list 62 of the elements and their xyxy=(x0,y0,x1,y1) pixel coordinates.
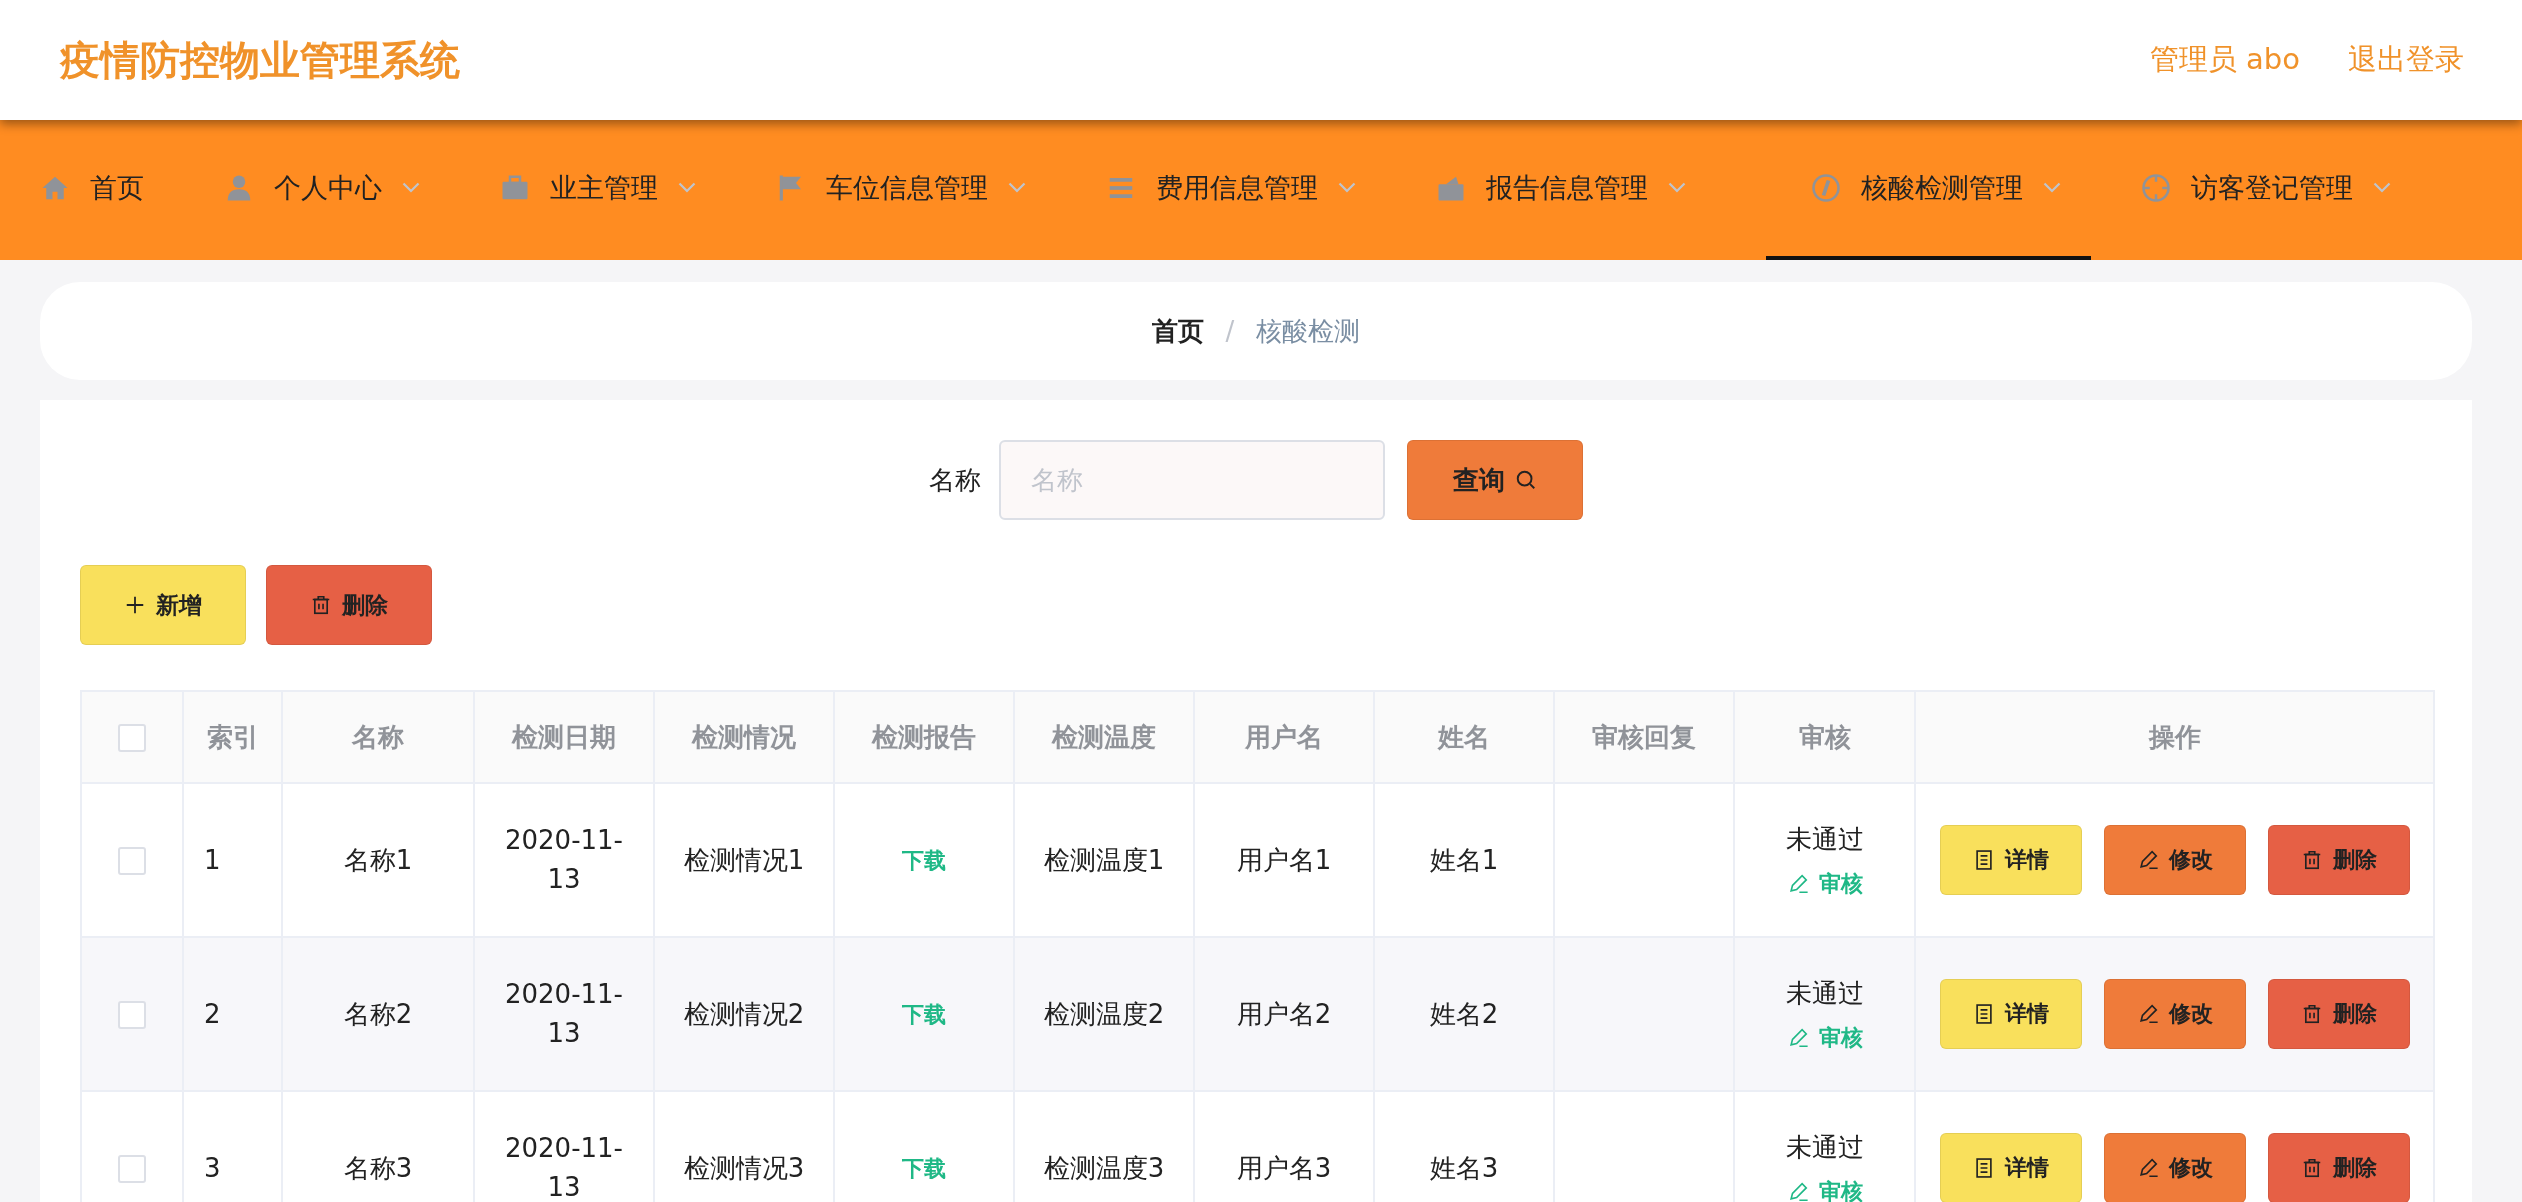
nav-item[interactable]: 报告信息管理 xyxy=(1436,120,1716,260)
table-cell: 用户名1 xyxy=(1236,844,1332,875)
search-label: 名称 xyxy=(929,463,981,497)
table-cell: 检测温度1 xyxy=(1043,844,1165,875)
audit-status: 未通过 xyxy=(1785,1130,1864,1164)
detail-button[interactable]: 详情 xyxy=(1939,825,2082,895)
column-header: 姓名 xyxy=(1438,721,1490,752)
breadcrumb-separator: / xyxy=(1225,316,1235,346)
table-cell: 姓名1 xyxy=(1429,844,1499,875)
table-cell: 检测温度3 xyxy=(1043,1152,1165,1183)
user-label: 管理员 abo xyxy=(2149,41,2300,78)
table-cell-text: 2020-11-13 xyxy=(504,1132,624,1202)
table-cell: 1 xyxy=(204,845,221,875)
table-cell-text: 2020-11-13 xyxy=(504,978,624,1050)
delete-button[interactable]: 删除 xyxy=(266,565,432,645)
column-header: 审核 xyxy=(1798,721,1851,752)
detail-button[interactable]: 详情 xyxy=(1939,979,2082,1049)
edit-button[interactable]: 修改 xyxy=(2103,979,2246,1049)
table-cell: 2 xyxy=(204,999,221,1029)
search-button[interactable]: 查询 xyxy=(1407,440,1583,520)
table-cell: 用户名3 xyxy=(1236,1152,1332,1183)
nav-item[interactable]: 业主管理 xyxy=(500,120,726,260)
table-cell: 检测情况2 xyxy=(683,998,805,1029)
column-header: 名称 xyxy=(352,721,404,752)
edit-button[interactable]: 修改 xyxy=(2103,1133,2246,1202)
table-cell: 姓名2 xyxy=(1429,998,1499,1029)
delete-button[interactable]: 删除 xyxy=(2267,825,2410,895)
column-header: 审核回复 xyxy=(1592,721,1696,752)
column-header: 检测报告 xyxy=(872,721,976,752)
delete-button[interactable]: 删除 xyxy=(2267,1133,2410,1202)
column-header: 用户名 xyxy=(1245,721,1323,752)
name-field[interactable]: 名称 xyxy=(999,440,1385,520)
table-cell: 用户名2 xyxy=(1236,998,1332,1029)
table-cell: 名称1 xyxy=(343,844,413,875)
nav-item[interactable]: 访客登记管理 xyxy=(2141,120,2421,260)
column-header: 检测温度 xyxy=(1052,721,1156,752)
table-cell: 名称3 xyxy=(343,1152,413,1183)
table-cell: 检测情况1 xyxy=(683,844,805,875)
table-cell: 检测情况3 xyxy=(683,1152,805,1183)
table-cell: 名称2 xyxy=(343,998,413,1029)
audit-status: 未通过 xyxy=(1785,976,1864,1010)
detail-button[interactable]: 详情 xyxy=(1939,1133,2082,1202)
app-title: 疫情防控物业管理系统 xyxy=(60,35,460,85)
table-cell: 姓名3 xyxy=(1429,1152,1499,1183)
audit-status: 未通过 xyxy=(1785,822,1864,856)
breadcrumb-link[interactable]: 核酸检测 xyxy=(1256,313,1361,349)
nav-item[interactable]: 核酸检测管理 xyxy=(1766,120,2091,260)
nav-item[interactable]: 个人中心 xyxy=(224,120,450,260)
column-header: 操作 xyxy=(2148,721,2201,752)
delete-button[interactable]: 删除 xyxy=(2267,979,2410,1049)
column-header: 索引 xyxy=(206,721,259,752)
add-button[interactable]: 新增 xyxy=(80,565,246,645)
table-cell: 3 xyxy=(204,1153,221,1183)
edit-button[interactable]: 修改 xyxy=(2103,825,2246,895)
column-header: 检测情况 xyxy=(692,721,796,752)
breadcrumb-link[interactable]: 首页 xyxy=(1151,313,1204,349)
nav-item[interactable]: 首页 xyxy=(40,120,174,260)
nav-item[interactable]: 车位信息管理 xyxy=(776,120,1056,260)
nav-item[interactable]: 费用信息管理 xyxy=(1106,120,1386,260)
table-cell: 检测温度2 xyxy=(1043,998,1165,1029)
table-cell-text: 2020-11-13 xyxy=(504,824,624,896)
column-header: 检测日期 xyxy=(512,721,616,752)
